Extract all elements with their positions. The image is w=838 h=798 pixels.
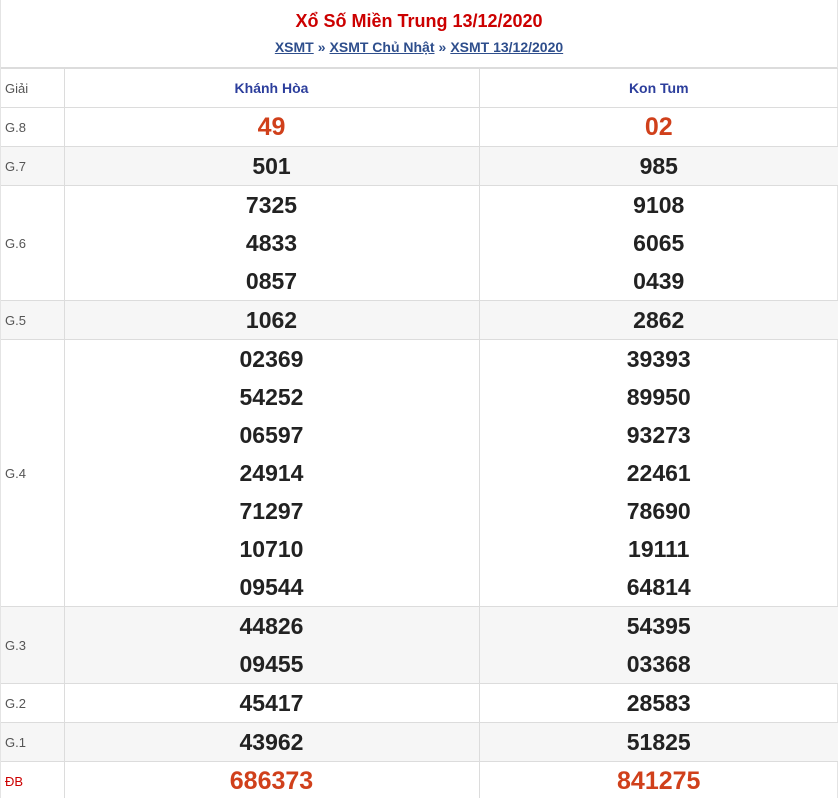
table-row: G.1 43962 51825: [1, 722, 838, 762]
prize-number: 03368: [626, 651, 691, 677]
prize-number: 54395: [626, 613, 691, 639]
khanh-hoa-numbers: 7325 4833 0857: [63, 185, 479, 301]
prize-number: 0857: [245, 268, 298, 294]
prize-number: 7325: [245, 192, 298, 218]
prize-number: 06597: [239, 422, 304, 448]
breadcrumb-separator: »: [438, 39, 447, 55]
khanh-hoa-numbers: 686373: [63, 761, 479, 798]
prize-number: 9108: [633, 192, 685, 218]
kon-tum-numbers: 2862: [478, 300, 838, 340]
kon-tum-numbers: 28583: [478, 683, 838, 723]
prize-label: G.8: [1, 107, 64, 147]
prize-number: 22461: [626, 460, 691, 486]
prize-number: 985: [639, 153, 678, 179]
prize-label: G.2: [1, 683, 64, 723]
prize-label: G.6: [1, 185, 64, 301]
column-header-giai: Giải: [1, 68, 64, 108]
results-body: G.8 49 02 G.7 501 985 G.6 7325 4833 0857 9108 6065 0…: [1, 107, 838, 798]
kon-tum-numbers: 39393 89950 93273 22461 78690 19111 64814: [478, 339, 838, 607]
kon-tum-numbers: 985: [478, 146, 838, 186]
prize-number: 49: [257, 113, 286, 141]
prize-number: 51825: [626, 729, 691, 755]
khanh-hoa-numbers: 44826 09455: [63, 606, 479, 684]
breadcrumb-link-xsmt-date[interactable]: XSMT 13/12/2020: [450, 39, 563, 55]
kon-tum-numbers: 9108 6065 0439: [478, 185, 838, 301]
prize-number: 45417: [239, 690, 304, 716]
prize-number: 39393: [626, 346, 691, 372]
lottery-results-table: Giải Khánh Hòa Kon Tum G.8 49 02 G.7 501 985 G…: [1, 68, 838, 798]
prize-label: ĐB: [1, 761, 64, 798]
prize-number: 841275: [617, 767, 701, 795]
prize-number: 09544: [239, 574, 304, 600]
table-row: G.8 49 02: [1, 107, 838, 147]
prize-number: 686373: [229, 767, 314, 795]
prize-number: 64814: [626, 574, 691, 600]
prize-number: 02: [644, 113, 673, 141]
prize-number: 501: [252, 153, 291, 179]
table-row: ĐB 686373 841275: [1, 761, 838, 798]
table-row: G.7 501 985: [1, 146, 838, 186]
table-header-row: Giải Khánh Hòa Kon Tum: [1, 68, 838, 108]
page-title: Xổ Số Miền Trung 13/12/2020: [295, 11, 543, 31]
prize-number: 44826: [239, 613, 304, 639]
prize-number: 6065: [633, 230, 685, 256]
prize-number: 19111: [628, 536, 690, 562]
khanh-hoa-numbers: 1062: [63, 300, 479, 340]
prize-number: 0439: [633, 268, 685, 294]
table-row: G.2 45417 28583: [1, 683, 838, 723]
prize-number: 24914: [239, 460, 304, 486]
breadcrumb-link-xsmt-chu-nhat[interactable]: XSMT Chủ Nhật: [330, 39, 435, 55]
column-header-khanh-hoa: Khánh Hòa: [63, 68, 479, 108]
prize-number: 93273: [626, 422, 691, 448]
prize-label: G.1: [1, 722, 64, 762]
table-row: G.3 44826 09455 54395 03368: [1, 606, 838, 684]
prize-number: 4833: [245, 230, 298, 256]
prize-label: G.3: [1, 606, 64, 684]
prize-label: G.5: [1, 300, 64, 340]
prize-number: 09455: [239, 651, 304, 677]
breadcrumb-link-xsmt[interactable]: XSMT: [275, 39, 314, 55]
khanh-hoa-numbers: 501: [63, 146, 479, 186]
prize-number: 2862: [633, 307, 685, 333]
prize-number: 89950: [626, 384, 691, 410]
prize-number: 54252: [239, 384, 304, 410]
prize-number: 10710: [239, 536, 304, 562]
prize-number: 1062: [245, 307, 298, 333]
kon-tum-numbers: 51825: [478, 722, 838, 762]
table-row: G.6 7325 4833 0857 9108 6065 0439: [1, 185, 838, 301]
kon-tum-numbers: 02: [478, 107, 838, 147]
prize-label: G.7: [1, 146, 64, 186]
khanh-hoa-numbers: 49: [63, 107, 479, 147]
khanh-hoa-numbers: 02369 54252 06597 24914 71297 10710 09544: [63, 339, 479, 607]
table-row: G.4 02369 54252 06597 24914 71297 10710 09544 39…: [1, 339, 838, 607]
breadcrumb: XSMT» XSMT Chủ Nhật» XSMT 13/12/2020: [1, 38, 837, 56]
table-row: G.5 1062 2862: [1, 300, 838, 340]
kon-tum-numbers: 841275: [478, 761, 838, 798]
prize-number: 02369: [239, 346, 304, 372]
results-panel: Xổ Số Miền Trung 13/12/2020 XSMT» XSMT Ch…: [0, 0, 838, 798]
khanh-hoa-numbers: 45417: [63, 683, 479, 723]
kon-tum-numbers: 54395 03368: [478, 606, 838, 684]
breadcrumb-separator: »: [317, 39, 326, 55]
khanh-hoa-numbers: 43962: [63, 722, 479, 762]
prize-number: 28583: [626, 690, 691, 716]
prize-number: 71297: [239, 498, 304, 524]
prize-number: 43962: [239, 729, 304, 755]
column-header-kon-tum: Kon Tum: [478, 68, 838, 108]
prize-label: G.4: [1, 339, 64, 607]
results-header: Xổ Số Miền Trung 13/12/2020 XSMT» XSMT Ch…: [1, 0, 837, 68]
prize-number: 78690: [626, 498, 691, 524]
